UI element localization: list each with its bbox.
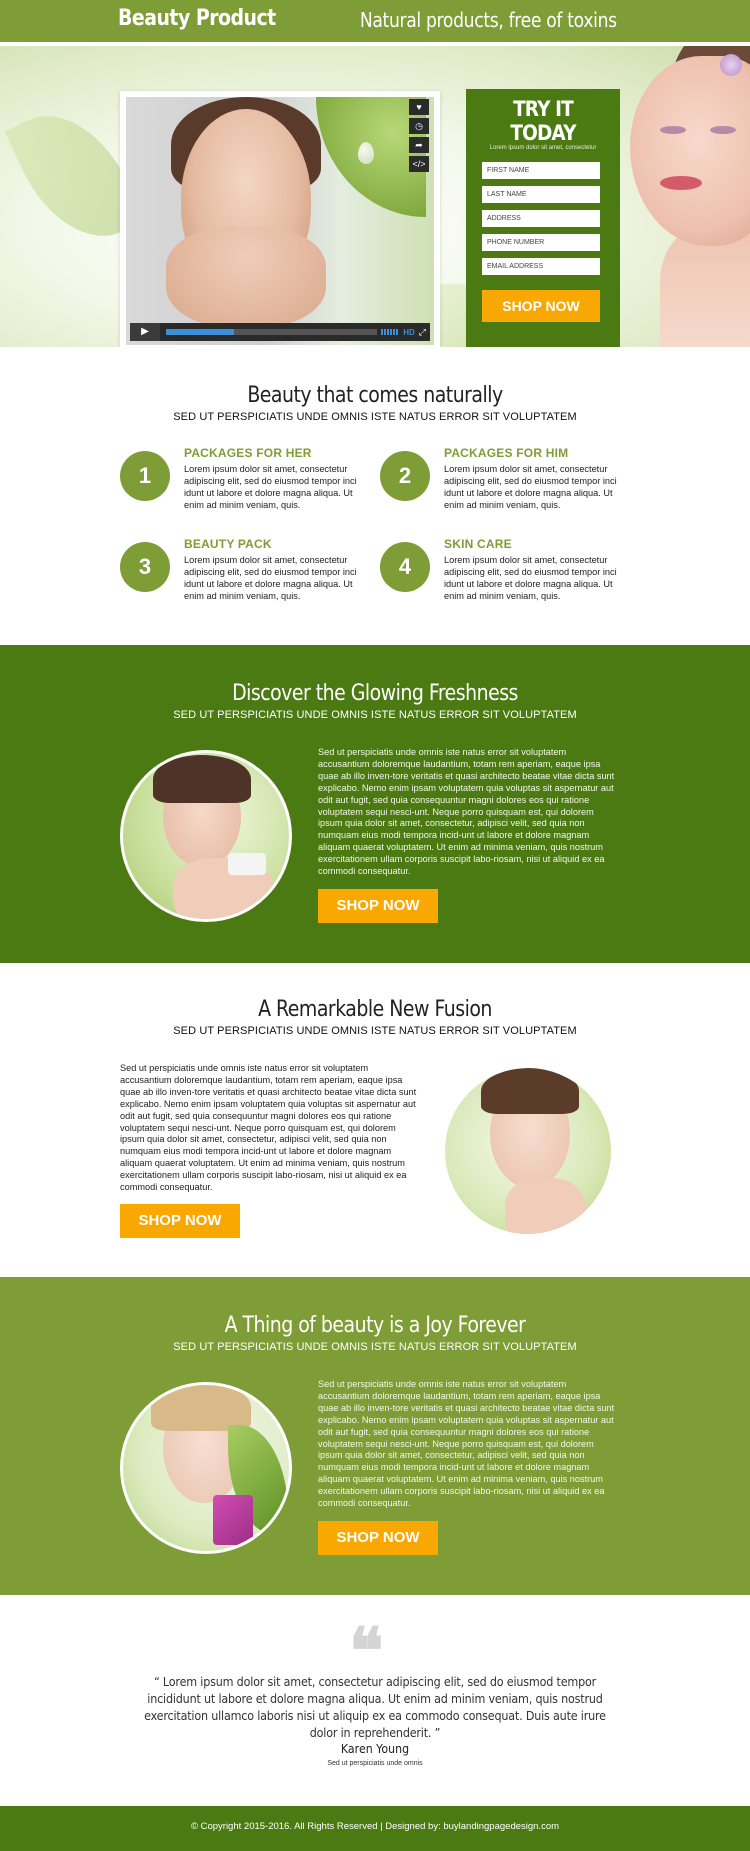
feature-title: PACKAGES FOR HIM bbox=[444, 446, 569, 460]
joy-paragraph: Sed ut perspiciatis unde omnis iste natu… bbox=[318, 1379, 615, 1509]
feature-number-badge: 3 bbox=[120, 542, 170, 592]
model-lips bbox=[660, 176, 702, 190]
testimonial-author-subtitle: Sed ut perspiciatis unde omnis bbox=[327, 1760, 423, 1767]
video-model-hands bbox=[166, 227, 326, 327]
feature-number-badge: 2 bbox=[380, 451, 430, 501]
feature-item: 4 SKIN CARE Lorem ipsum dolor sit amet, … bbox=[380, 537, 640, 632]
hero-model-image bbox=[600, 46, 750, 347]
model-face bbox=[630, 56, 750, 246]
features-section: Beauty that comes naturally SED UT PERSP… bbox=[0, 347, 750, 645]
feature-text: Lorem ipsum dolor sit amet, consectetur … bbox=[184, 555, 357, 601]
product-bottle-image bbox=[213, 1495, 253, 1545]
feature-title: SKIN CARE bbox=[444, 537, 512, 551]
model-hair bbox=[153, 755, 251, 803]
joy-model-image bbox=[120, 1382, 292, 1554]
feature-number-badge: 1 bbox=[120, 451, 170, 501]
volume-icon[interactable] bbox=[381, 329, 400, 335]
form-shop-now-button[interactable]: SHOP NOW bbox=[482, 290, 600, 322]
joy-shop-now-button[interactable]: SHOP NOW bbox=[318, 1521, 438, 1555]
share-icon[interactable]: ➦ bbox=[409, 137, 429, 153]
features-subtitle: SED UT PERSPICIATIS UNDE OMNIS ISTE NATU… bbox=[173, 411, 577, 423]
freshness-shop-now-button[interactable]: SHOP NOW bbox=[318, 889, 438, 923]
cream-jar-image bbox=[228, 853, 266, 875]
feature-item: 3 BEAUTY PACK Lorem ipsum dolor sit amet… bbox=[120, 537, 380, 632]
fusion-shop-now-button[interactable]: SHOP NOW bbox=[120, 1204, 240, 1238]
form-subtitle: Lorem ipsum dolor sit amet, consectetur bbox=[489, 145, 597, 151]
freshness-model-image bbox=[120, 750, 292, 922]
brand-logo-text[interactable]: Beauty Product bbox=[118, 6, 276, 31]
video-player[interactable]: ♥ ◷ ➦ </> ▶ HD ⤢ bbox=[120, 91, 440, 347]
first-name-field[interactable] bbox=[482, 162, 600, 179]
form-title: TRY IT TODAY bbox=[510, 97, 576, 145]
embed-icon[interactable]: </> bbox=[409, 156, 429, 172]
feature-text: Lorem ipsum dolor sit amet, consectetur … bbox=[444, 555, 617, 601]
fusion-title: A Remarkable New Fusion bbox=[258, 997, 492, 1022]
watch-later-icon[interactable]: ◷ bbox=[409, 118, 429, 134]
feature-title: BEAUTY PACK bbox=[184, 537, 272, 551]
freshness-paragraph: Sed ut perspiciatis unde omnis iste natu… bbox=[318, 747, 615, 877]
feature-item: 1 PACKAGES FOR HER Lorem ipsum dolor sit… bbox=[120, 446, 380, 541]
feature-text: Lorem ipsum dolor sit amet, consectetur … bbox=[184, 464, 357, 510]
fusion-subtitle: SED UT PERSPICIATIS UNDE OMNIS ISTE NATU… bbox=[173, 1025, 577, 1037]
feature-number-badge: 4 bbox=[380, 542, 430, 592]
play-icon[interactable]: ▶ bbox=[130, 323, 160, 341]
freshness-subtitle: SED UT PERSPICIATIS UNDE OMNIS ISTE NATU… bbox=[173, 709, 577, 721]
testimonial-quote: “ Lorem ipsum dolor sit amet, consectetu… bbox=[144, 1675, 606, 1740]
joy-subtitle: SED UT PERSPICIATIS UNDE OMNIS ISTE NATU… bbox=[173, 1341, 577, 1353]
header-tagline: Natural products, free of toxins bbox=[360, 8, 617, 32]
video-progress-bar[interactable] bbox=[166, 329, 378, 335]
joy-title: A Thing of beauty is a Joy Forever bbox=[224, 1313, 526, 1338]
feature-item: 2 PACKAGES FOR HIM Lorem ipsum dolor sit… bbox=[380, 446, 640, 541]
testimonial-author: Karen Young bbox=[340, 1741, 410, 1756]
footer-copyright: © Copyright 2015-2016. All Rights Reserv… bbox=[190, 1821, 560, 1832]
model-eye bbox=[660, 126, 686, 134]
signup-form: TRY IT TODAY Lorem ipsum dolor sit amet,… bbox=[466, 89, 620, 347]
water-drop-decoration bbox=[358, 142, 374, 164]
model-hand bbox=[505, 1178, 585, 1234]
video-side-controls: ♥ ◷ ➦ </> bbox=[409, 99, 431, 175]
top-header-bar: Beauty Product Natural products, free of… bbox=[0, 0, 750, 42]
phone-number-field[interactable] bbox=[482, 234, 600, 251]
like-icon[interactable]: ♥ bbox=[409, 99, 429, 115]
freshness-title: Discover the Glowing Freshness bbox=[232, 681, 518, 706]
hero-section: ♥ ◷ ➦ </> ▶ HD ⤢ TRY IT TODAY Lorem ipsu… bbox=[0, 46, 750, 347]
feature-text: Lorem ipsum dolor sit amet, consectetur … bbox=[444, 464, 617, 510]
model-eye bbox=[710, 126, 736, 134]
footer: © Copyright 2015-2016. All Rights Reserv… bbox=[0, 1806, 750, 1851]
joy-section: A Thing of beauty is a Joy Forever SED U… bbox=[0, 1277, 750, 1595]
video-control-bar: ▶ HD ⤢ bbox=[130, 323, 430, 341]
address-field[interactable] bbox=[482, 210, 600, 227]
flower-decoration bbox=[720, 54, 742, 76]
video-progress-fill bbox=[166, 329, 234, 335]
model-hair bbox=[151, 1385, 251, 1431]
fusion-section: A Remarkable New Fusion SED UT PERSPICIA… bbox=[0, 963, 750, 1277]
video-thumbnail[interactable]: ♥ ◷ ➦ </> ▶ HD ⤢ bbox=[126, 97, 434, 345]
email-field[interactable] bbox=[482, 258, 600, 275]
model-hair bbox=[481, 1068, 579, 1114]
features-title: Beauty that comes naturally bbox=[247, 383, 503, 408]
fullscreen-icon[interactable]: ⤢ bbox=[419, 327, 426, 338]
last-name-field[interactable] bbox=[482, 186, 600, 203]
feature-title: PACKAGES FOR HER bbox=[184, 446, 312, 460]
freshness-section: Discover the Glowing Freshness SED UT PE… bbox=[0, 645, 750, 963]
hd-toggle[interactable]: HD bbox=[403, 328, 415, 337]
fusion-model-image bbox=[442, 1065, 614, 1237]
fusion-paragraph: Sed ut perspiciatis unde omnis iste natu… bbox=[120, 1063, 417, 1193]
